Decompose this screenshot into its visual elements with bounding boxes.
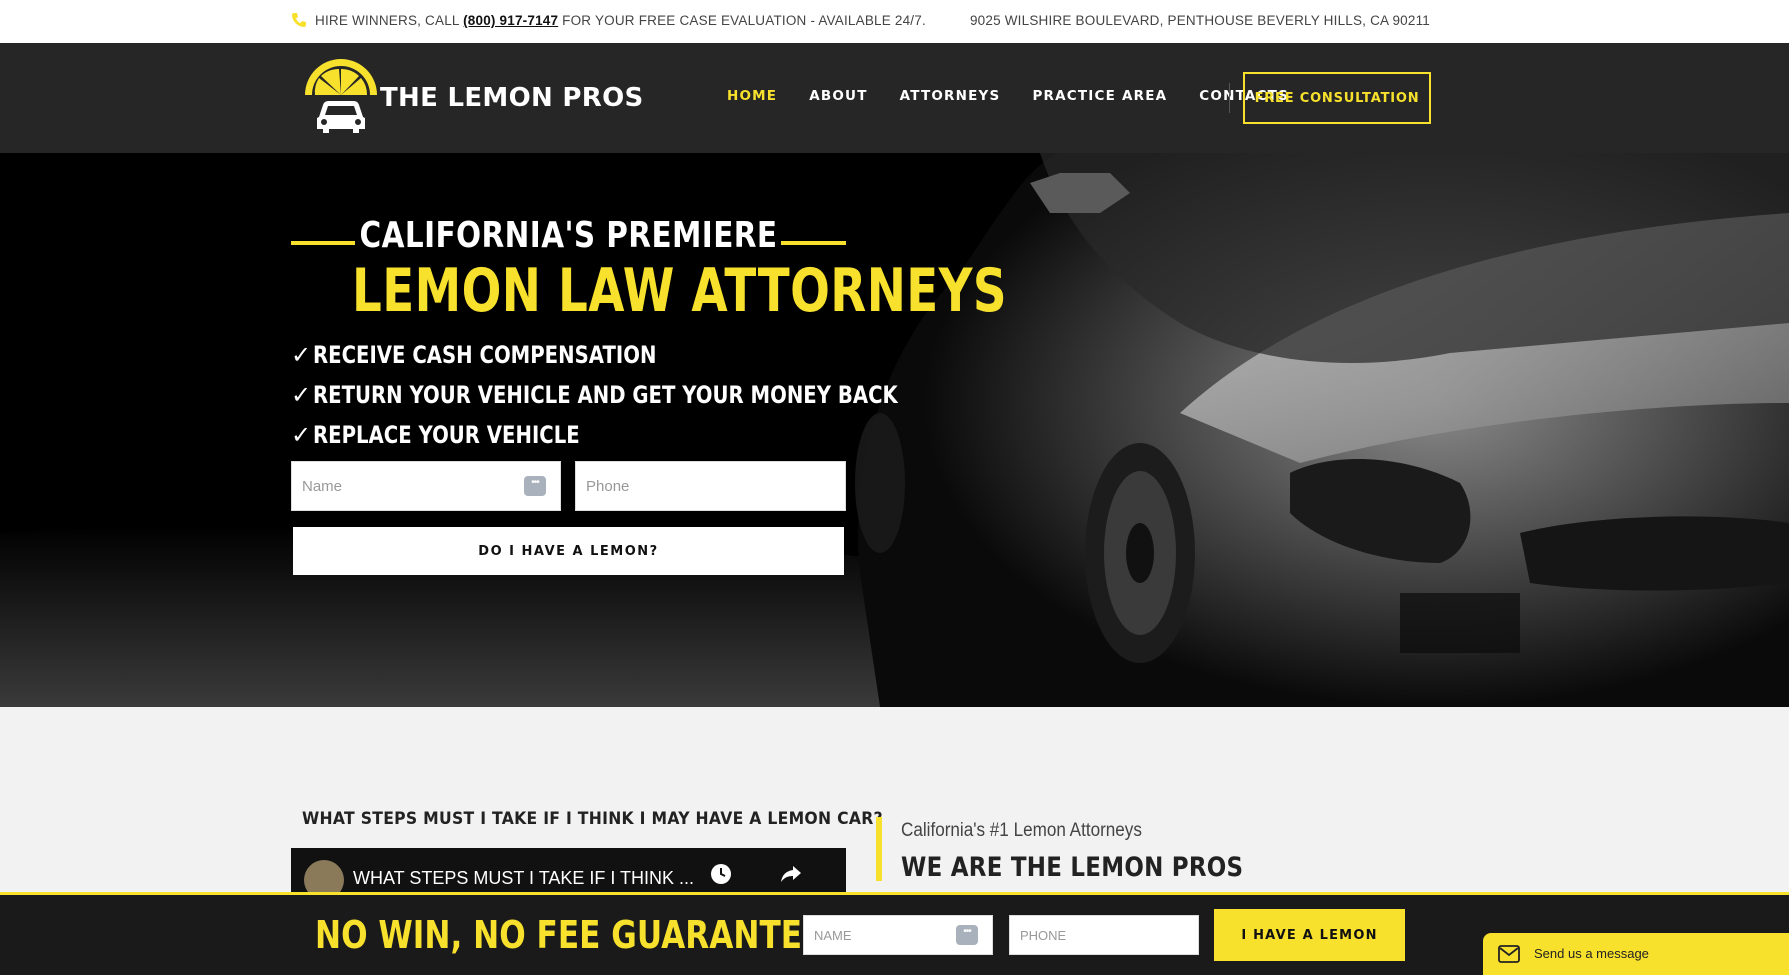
page: HIRE WINNERS, CALL (800) 917-7147 FOR YO… (0, 0, 1789, 975)
do-i-have-a-lemon-button[interactable]: DO I HAVE A LEMON? (293, 527, 844, 575)
about-title: WE ARE THE LEMON PROS (901, 852, 1244, 883)
site-header: THE LEMON PROS HOME ABOUT ATTORNEYS PRAC… (0, 43, 1789, 153)
nav-practice-area[interactable]: PRACTICE AREA (1032, 88, 1167, 104)
benefit-text: RECEIVE CASH COMPENSATION (313, 341, 657, 369)
watch-later-icon[interactable] (709, 862, 733, 886)
benefit-text: REPLACE YOUR VEHICLE (313, 421, 580, 449)
main-nav: HOME ABOUT ATTORNEYS PRACTICE AREA CONTA… (727, 88, 1321, 104)
nav-attorneys[interactable]: ATTORNEYS (900, 88, 1001, 104)
i-have-a-lemon-button[interactable]: I HAVE A LEMON (1214, 909, 1405, 961)
benefit-item: ✓ RECEIVE CASH COMPENSATION (291, 335, 1026, 375)
mail-icon (1498, 945, 1520, 963)
accent-bar (876, 817, 882, 881)
hero-name-input[interactable] (292, 462, 560, 510)
nav-divider (1229, 83, 1230, 113)
free-consultation-button[interactable]: FREE CONSULTATION (1243, 72, 1431, 124)
benefit-list: ✓ RECEIVE CASH COMPENSATION ✓ RETURN YOU… (291, 335, 1026, 455)
video-question-title: WHAT STEPS MUST I TAKE IF I THINK I MAY … (302, 809, 883, 829)
lemon-car-logo-icon[interactable] (301, 59, 381, 137)
bar-phone-input[interactable] (1010, 916, 1198, 954)
chat-widget[interactable]: Send us a message (1483, 933, 1789, 975)
share-icon[interactable] (779, 862, 803, 886)
phone-icon (292, 13, 306, 27)
video-title[interactable]: WHAT STEPS MUST I TAKE IF I THINK ... (353, 868, 694, 889)
autofill-icon[interactable] (524, 476, 546, 496)
content-section: WHAT STEPS MUST I TAKE IF I THINK I MAY … (0, 707, 1789, 908)
call-prefix: HIRE WINNERS, CALL (315, 13, 464, 28)
bar-name-field-wrap (803, 915, 993, 955)
hero-subtitle: CALIFORNIA'S PREMIERE (359, 215, 778, 256)
benefit-item: ✓ RETURN YOUR VEHICLE AND GET YOUR MONEY… (291, 375, 1026, 415)
hero-title: LEMON LAW ATTORNEYS (352, 256, 1007, 326)
brand-name[interactable]: THE LEMON PROS (380, 83, 644, 113)
top-info-bar: HIRE WINNERS, CALL (800) 917-7147 FOR YO… (0, 0, 1789, 43)
checkmark-icon: ✓ (291, 341, 312, 369)
guarantee-text: NO WIN, NO FEE GUARANTEE. (315, 913, 836, 957)
autofill-icon[interactable] (956, 925, 978, 945)
nav-about[interactable]: ABOUT (809, 88, 867, 104)
hero-name-field-wrap (291, 461, 561, 511)
call-suffix: FOR YOUR FREE CASE EVALUATION - AVAILABL… (558, 13, 926, 28)
hero-phone-input[interactable] (576, 462, 845, 510)
benefit-text: RETURN YOUR VEHICLE AND GET YOUR MONEY B… (313, 381, 898, 409)
chat-label: Send us a message (1534, 946, 1649, 961)
benefit-item: ✓ REPLACE YOUR VEHICLE (291, 415, 1026, 455)
checkmark-icon: ✓ (291, 421, 312, 449)
bar-phone-field-wrap (1009, 915, 1199, 955)
office-address: 9025 WILSHIRE BOULEVARD, PENTHOUSE BEVER… (969, 13, 1430, 28)
phone-link[interactable]: (800) 917-7147 (463, 13, 558, 28)
nav-home[interactable]: HOME (727, 88, 777, 104)
hero-phone-field-wrap (575, 461, 846, 511)
about-subtitle: California's #1 Lemon Attorneys (901, 820, 1142, 841)
hero-section: CALIFORNIA'S PREMIERE LEMON LAW ATTORNEY… (0, 153, 1789, 707)
evaluation-text: HIRE WINNERS, CALL (800) 917-7147 FOR YO… (315, 13, 926, 28)
checkmark-icon: ✓ (291, 381, 312, 409)
